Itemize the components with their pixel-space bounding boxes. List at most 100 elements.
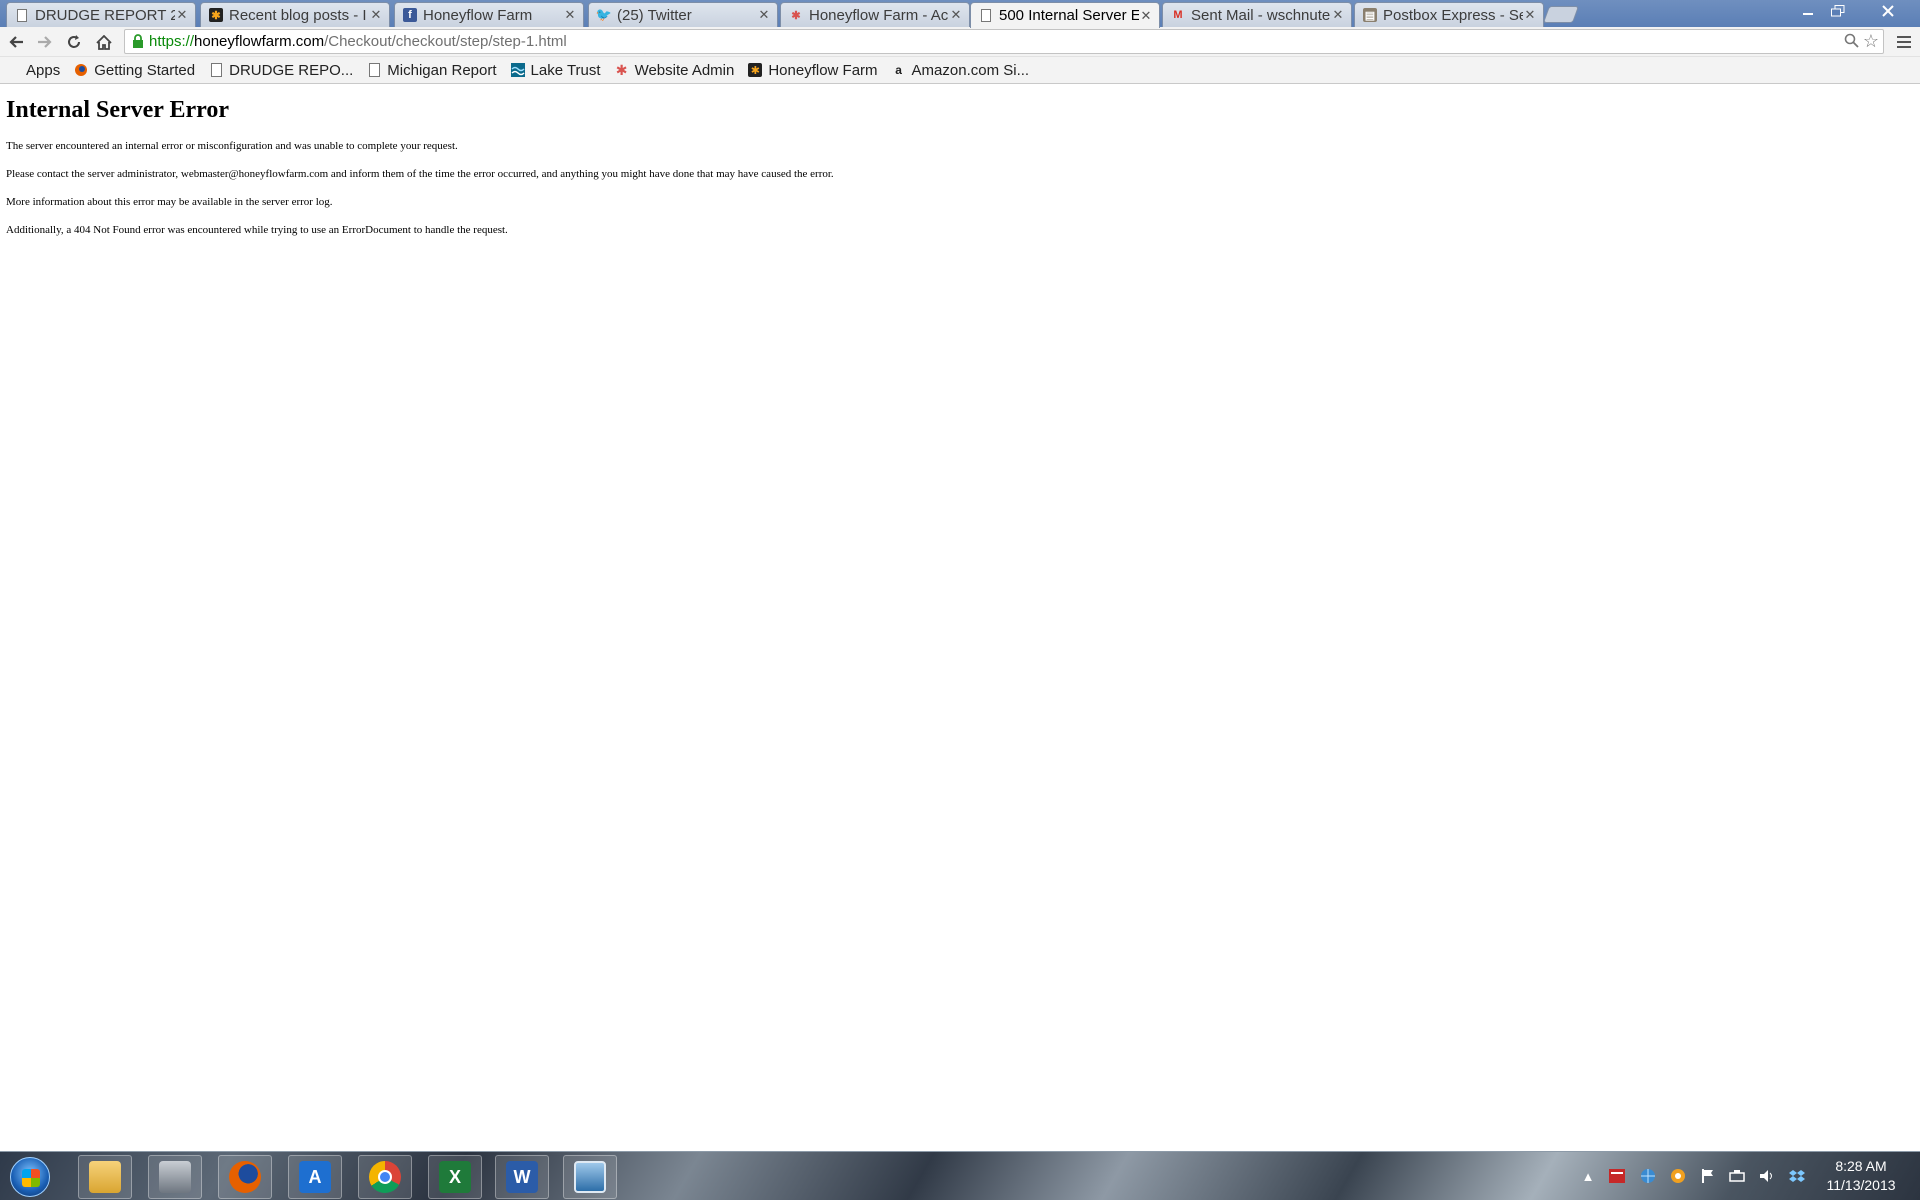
bookmark-label: Honeyflow Farm xyxy=(768,61,878,79)
system-clock[interactable]: 8:28 AM 11/13/2013 xyxy=(1816,1157,1906,1195)
bookmark-label: Getting Started xyxy=(94,61,196,79)
bookmark-lake-trust[interactable]: Lake Trust xyxy=(510,61,601,79)
url-path: /Checkout/checkout/step/step-1.html xyxy=(324,33,567,50)
taskbar-chrome[interactable] xyxy=(358,1155,412,1199)
tab-title: Honeyflow Farm xyxy=(423,6,533,24)
lake-trust-icon xyxy=(510,63,525,77)
bookmark-michigan-report[interactable]: Michigan Report xyxy=(367,61,497,79)
twitter-icon: 🐦 xyxy=(595,7,613,22)
home-button[interactable] xyxy=(92,30,116,54)
new-tab-button[interactable] xyxy=(1542,6,1580,23)
tab-title: 500 Internal Server E xyxy=(999,7,1139,24)
tab-recent-blog-posts[interactable]: ✱ Recent blog posts - I ✕ xyxy=(200,2,390,27)
safely-remove-hardware-icon[interactable] xyxy=(1727,1166,1747,1186)
mailbox-icon xyxy=(159,1161,191,1193)
bookmarks-bar: Apps Getting Started DRUDGE REPO... Mich… xyxy=(0,57,1920,84)
tab-postbox-express[interactable]: ▤ Postbox Express - Se ✕ xyxy=(1354,2,1544,27)
tab-drudge-report[interactable]: DRUDGE REPORT 20 ✕ xyxy=(6,2,196,27)
bookmark-label: Michigan Report xyxy=(387,61,497,79)
firefox-icon xyxy=(229,1161,261,1193)
network-globe-icon[interactable] xyxy=(1638,1166,1658,1186)
bookmark-apps[interactable]: Apps xyxy=(6,62,60,79)
close-icon[interactable]: ✕ xyxy=(949,7,963,23)
tab-twitter[interactable]: 🐦 (25) Twitter ✕ xyxy=(588,2,778,27)
tab-honeyflow-facebook[interactable]: f Honeyflow Farm ✕ xyxy=(394,2,584,27)
url-host: honeyflowfarm.com xyxy=(194,33,325,50)
tray-app-icon[interactable] xyxy=(1607,1166,1627,1186)
autocad-icon: A xyxy=(299,1161,331,1193)
close-icon[interactable]: ✕ xyxy=(1139,8,1153,24)
taskbar-excel[interactable]: X xyxy=(428,1155,482,1199)
bookmark-getting-started[interactable]: Getting Started xyxy=(74,62,195,79)
bookmark-label: Apps xyxy=(26,61,61,79)
search-icon[interactable] xyxy=(1844,33,1859,52)
close-icon[interactable]: ✕ xyxy=(1331,7,1345,23)
close-icon[interactable]: ✕ xyxy=(175,7,189,23)
close-icon xyxy=(1882,5,1894,17)
close-icon[interactable]: ✕ xyxy=(1523,7,1537,23)
tab-title: DRUDGE REPORT 20 xyxy=(35,6,175,24)
amazon-icon: a xyxy=(895,63,902,77)
hamburger-icon-line xyxy=(1897,46,1911,48)
page-icon xyxy=(367,63,381,77)
dropbox-icon[interactable] xyxy=(1787,1166,1807,1186)
maximize-button[interactable] xyxy=(1820,0,1856,22)
error-contact-message: Please contact the server administrator,… xyxy=(6,168,834,180)
taskbar-firefox[interactable] xyxy=(218,1155,272,1199)
forward-button[interactable] xyxy=(33,30,57,54)
close-icon[interactable]: ✕ xyxy=(369,7,383,23)
firefox-icon xyxy=(74,63,88,77)
joomla-icon: ✱ xyxy=(615,61,628,78)
taskbar-mailbox[interactable] xyxy=(148,1155,202,1199)
action-center-flag-icon[interactable] xyxy=(1698,1166,1718,1186)
taskbar-word[interactable]: W xyxy=(495,1155,549,1199)
page-icon xyxy=(209,63,223,77)
close-icon[interactable]: ✕ xyxy=(757,7,771,23)
tab-sent-mail[interactable]: M Sent Mail - wschnute ✕ xyxy=(1162,2,1352,27)
clock-time: 8:28 AM xyxy=(1835,1158,1887,1174)
facebook-icon: f xyxy=(403,8,417,22)
tab-title: Sent Mail - wschnute xyxy=(1191,6,1331,24)
hamburger-icon xyxy=(1897,36,1911,38)
close-icon[interactable]: ✕ xyxy=(563,7,577,23)
joomla-icon: ✱ xyxy=(209,8,223,22)
tab-strip: DRUDGE REPORT 20 ✕ ✱ Recent blog posts -… xyxy=(0,0,1920,28)
bookmark-website-admin[interactable]: ✱ Website Admin xyxy=(615,62,735,79)
bookmark-label: Lake Trust xyxy=(530,61,601,79)
page-icon xyxy=(15,8,29,22)
tab-honeyflow-admin[interactable]: ✱ Honeyflow Farm - Ac ✕ xyxy=(780,2,970,27)
minimize-icon xyxy=(1803,13,1813,15)
taskbar-photo-viewer[interactable] xyxy=(563,1155,617,1199)
taskbar-autocad[interactable]: A xyxy=(288,1155,342,1199)
reload-button[interactable] xyxy=(62,30,86,54)
windows-start-icon xyxy=(10,1157,50,1197)
back-arrow-icon xyxy=(9,36,23,48)
sync-icon[interactable] xyxy=(1668,1166,1688,1186)
chrome-menu-button[interactable] xyxy=(1894,31,1914,53)
start-button[interactable] xyxy=(4,1154,56,1200)
show-hidden-icons-button[interactable]: ▲ xyxy=(1578,1166,1598,1186)
restore-icon xyxy=(1831,5,1845,17)
photo-viewer-icon xyxy=(574,1161,606,1193)
tab-internal-server-error[interactable]: 500 Internal Server E ✕ xyxy=(970,2,1160,28)
taskbar-file-explorer[interactable] xyxy=(78,1155,132,1199)
forward-arrow-icon xyxy=(38,36,52,48)
apps-grid-icon xyxy=(6,63,20,77)
gmail-icon: M xyxy=(1173,9,1183,21)
error-message: The server encountered an internal error… xyxy=(6,140,458,152)
bookmark-star-icon[interactable]: ☆ xyxy=(1863,31,1879,52)
taskbar: A X W ▲ 8:28 AM 11/13/2013 xyxy=(0,1151,1920,1200)
error-log-message: More information about this error may be… xyxy=(6,196,333,208)
close-window-button[interactable] xyxy=(1868,0,1908,22)
browser-toolbar: https://honeyflowfarm.com/Checkout/check… xyxy=(0,27,1920,57)
back-button[interactable] xyxy=(4,30,28,54)
hamburger-icon-line xyxy=(1897,41,1911,43)
postbox-icon: ▤ xyxy=(1363,8,1377,22)
address-bar[interactable]: https://honeyflowfarm.com/Checkout/check… xyxy=(124,29,1884,54)
volume-icon[interactable] xyxy=(1757,1166,1777,1186)
bookmark-drudge-report[interactable]: DRUDGE REPO... xyxy=(209,62,353,79)
bookmark-honeyflow-farm[interactable]: ✱ Honeyflow Farm xyxy=(748,61,878,79)
bookmark-amazon[interactable]: a Amazon.com Si... xyxy=(892,62,1029,79)
chrome-icon xyxy=(369,1161,401,1193)
page-icon xyxy=(979,9,993,23)
